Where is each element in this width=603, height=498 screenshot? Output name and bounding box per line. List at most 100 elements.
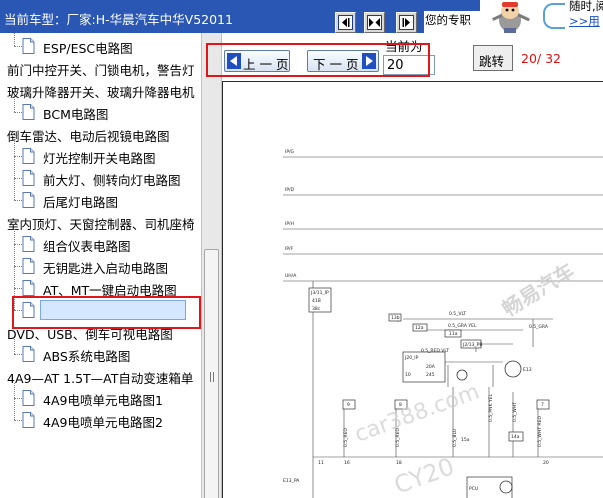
tree-connector bbox=[14, 156, 22, 157]
page-count: 20/ 32 bbox=[521, 51, 561, 66]
notice-link[interactable]: >>用 bbox=[569, 13, 600, 29]
svg-text:0.5_PNK YEL: 0.5_PNK YEL bbox=[488, 394, 494, 422]
tree-item[interactable]: 4A9电喷单元电路图2 bbox=[0, 409, 201, 431]
tree-folder[interactable]: 前门中控开关、门锁电机，警告灯 bbox=[0, 57, 201, 79]
tree-connector bbox=[14, 398, 22, 399]
document-icon bbox=[22, 258, 35, 274]
svg-text:13b: 13b bbox=[391, 315, 400, 321]
tree-folder[interactable]: 室内顶灯、天窗控制器、司机座椅 bbox=[0, 211, 201, 233]
tree-guide-line bbox=[14, 141, 15, 200]
svg-text:J2/13_PB: J2/13_PB bbox=[462, 342, 482, 348]
tree-item-label: BCM电路图 bbox=[43, 107, 109, 122]
tree-item-label: 4A9—AT 1.5T—AT自动变速箱单 bbox=[7, 371, 194, 386]
tree-item-label: ESP/ESC电路图 bbox=[43, 41, 133, 56]
svg-text:245: 245 bbox=[426, 372, 435, 378]
svg-text:0.5_RED: 0.5_RED bbox=[343, 428, 349, 447]
tree-folder[interactable]: 倒车雷达、电动后视镜电路图 bbox=[0, 123, 201, 145]
svg-text:7: 7 bbox=[541, 402, 544, 408]
svg-text:0.5_GRA: 0.5_GRA bbox=[529, 324, 549, 330]
tree-item-label: 4A9电喷单元电路图1 bbox=[43, 393, 163, 408]
tree-guide-line bbox=[14, 383, 15, 420]
tree-connector bbox=[14, 244, 22, 245]
svg-text:15a: 15a bbox=[461, 437, 470, 443]
svg-text:IP/F: IP/F bbox=[285, 246, 294, 252]
svg-text:J3/11_IP: J3/11_IP bbox=[310, 290, 329, 296]
grip-icon bbox=[210, 372, 214, 382]
svg-text:IP/H: IP/H bbox=[285, 221, 294, 227]
tree-item-label: 4A9电喷单元电路图2 bbox=[43, 415, 163, 430]
svg-text:PCU: PCU bbox=[469, 486, 478, 492]
document-icon bbox=[22, 170, 35, 186]
tree-guide-line bbox=[14, 97, 15, 112]
notice-text: 随时,阅 bbox=[569, 0, 603, 13]
document-icon bbox=[22, 38, 35, 54]
svg-text:0.5_RED VLT: 0.5_RED VLT bbox=[421, 348, 449, 354]
tree-item[interactable]: 无钥匙进入启动电路图 bbox=[0, 255, 201, 277]
tree-guide-line bbox=[14, 33, 15, 46]
svg-text:0.5_WHT RED: 0.5_WHT RED bbox=[537, 416, 543, 447]
svg-text:18: 18 bbox=[396, 460, 402, 466]
svg-text:CY20: CY20 bbox=[390, 452, 457, 498]
svg-text:16: 16 bbox=[344, 460, 350, 466]
svg-text:9: 9 bbox=[347, 402, 350, 408]
tree-item[interactable]: ABS系统电路图 bbox=[0, 343, 201, 365]
svg-text:12a: 12a bbox=[415, 325, 424, 331]
tree-connector bbox=[14, 112, 22, 113]
app-window: 当前车型：厂家:H-华晨汽车中华V52011 您的专职 随时,阅 >>用 ESP… bbox=[0, 0, 603, 498]
svg-text:0.5_VLT: 0.5_VLT bbox=[449, 311, 466, 317]
document-icon bbox=[22, 148, 35, 164]
svg-text:0.5_BLU: 0.5_BLU bbox=[452, 429, 458, 447]
tree-item[interactable]: BCM电路图 bbox=[0, 101, 201, 123]
tree-item[interactable]: 前大灯、侧转向灯电路图 bbox=[0, 167, 201, 189]
header-bar: 当前车型：厂家:H-华晨汽车中华V52011 您的专职 随时,阅 >>用 bbox=[0, 0, 603, 36]
svg-text:E13: E13 bbox=[523, 367, 532, 373]
tree-scrollbar[interactable] bbox=[201, 33, 222, 498]
car-model-value: 厂家:H-华晨汽车中华V52011 bbox=[66, 12, 233, 27]
svg-text:41B: 41B bbox=[312, 298, 321, 304]
tree-item[interactable]: 后尾灯电路图 bbox=[0, 189, 201, 211]
last-page-button[interactable] bbox=[396, 12, 417, 33]
svg-text:IP/D: IP/D bbox=[285, 187, 295, 193]
document-icon bbox=[22, 412, 35, 428]
jump-button[interactable]: 跳转 bbox=[473, 45, 513, 71]
scrollbar-thumb[interactable] bbox=[204, 249, 219, 498]
tree-item[interactable]: 灯光控制开关电路图 bbox=[0, 145, 201, 167]
promo-panel: 您的专职 bbox=[424, 11, 480, 33]
tree-connector bbox=[14, 420, 22, 421]
diagram-viewer[interactable]: IP/G IP/D IP/H IP/F UH/A J3/11_IP 41B 38… bbox=[222, 81, 603, 498]
tree-item-label: 后尾灯电路图 bbox=[43, 195, 119, 210]
tree-item-label: 无钥匙进入启动电路图 bbox=[43, 261, 169, 276]
tree-connector bbox=[14, 288, 22, 289]
tree-folder[interactable]: 4A9—AT 1.5T—AT自动变速箱单 bbox=[0, 365, 201, 387]
tree-item-label: 前大灯、侧转向灯电路图 bbox=[43, 173, 181, 188]
svg-text:IP/G: IP/G bbox=[285, 149, 295, 155]
tree-item-label: 室内顶灯、天窗控制器、司机座椅 bbox=[7, 217, 195, 232]
tree-item[interactable]: 4A9电喷单元电路图1 bbox=[0, 387, 201, 409]
svg-text:0.5_WHT: 0.5_WHT bbox=[512, 402, 518, 422]
tree-item[interactable]: 组合仪表电路图 bbox=[0, 233, 201, 255]
bracket-decor bbox=[543, 3, 565, 29]
document-icon bbox=[22, 280, 35, 296]
svg-text:14a: 14a bbox=[511, 434, 520, 440]
pager-highlight-frame bbox=[206, 43, 430, 77]
tree-item-label: 组合仪表电路图 bbox=[43, 239, 131, 254]
fit-page-button[interactable] bbox=[364, 12, 385, 33]
arrow-fit-icon bbox=[367, 15, 382, 30]
document-icon bbox=[22, 390, 35, 406]
svg-text:11: 11 bbox=[318, 460, 324, 466]
tree-item[interactable]: ESP/ESC电路图 bbox=[0, 35, 201, 57]
arrow-last-icon bbox=[399, 15, 414, 30]
selected-item-frame bbox=[12, 296, 201, 329]
tree-connector bbox=[14, 354, 22, 355]
tree-connector bbox=[14, 200, 22, 201]
tree-item-label: 前门中控开关、门锁电机，警告灯 bbox=[7, 63, 195, 78]
first-page-button[interactable] bbox=[335, 12, 356, 33]
svg-text:0.5_GRA YEL: 0.5_GRA YEL bbox=[448, 323, 477, 329]
tree-connector bbox=[14, 266, 22, 267]
tree-item-label: ABS系统电路图 bbox=[43, 349, 131, 364]
tree-folder[interactable]: 玻璃升降器开关、玻璃升降器电机 bbox=[0, 79, 201, 101]
svg-text:20A: 20A bbox=[426, 364, 436, 370]
pager-toolbar: 上 一 页 下 一 页 当前为 跳转 20/ 32 bbox=[206, 33, 603, 81]
tree-connector bbox=[14, 46, 22, 47]
document-icon bbox=[22, 346, 35, 362]
